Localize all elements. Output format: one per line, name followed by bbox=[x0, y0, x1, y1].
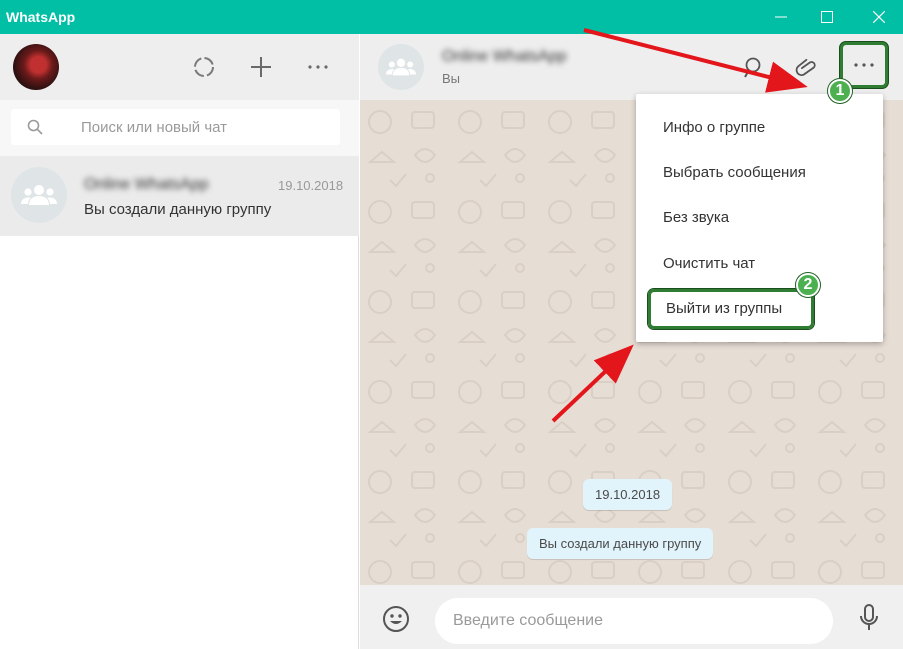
more-horizontal-icon bbox=[854, 63, 874, 67]
search-icon bbox=[744, 57, 761, 78]
menu-item-select-messages[interactable]: Выбрать сообщения bbox=[636, 153, 883, 193]
menu-item-mute[interactable]: Без звука bbox=[636, 198, 883, 238]
conversation-subtitle: Вы bbox=[442, 71, 461, 86]
chat-date: 19.10.2018 bbox=[278, 178, 344, 193]
search-box[interactable] bbox=[11, 109, 340, 145]
search-input[interactable] bbox=[81, 117, 331, 137]
profile-avatar[interactable] bbox=[13, 44, 59, 90]
status-button[interactable] bbox=[191, 54, 217, 80]
attach-button[interactable] bbox=[793, 54, 821, 82]
minimize-icon bbox=[775, 16, 787, 18]
sidebar-header bbox=[0, 34, 359, 100]
group-icon bbox=[21, 185, 57, 205]
maximize-icon bbox=[821, 11, 833, 23]
search-area bbox=[0, 100, 359, 156]
plus-icon bbox=[251, 57, 271, 77]
more-horizontal-icon bbox=[308, 65, 328, 69]
composer bbox=[360, 585, 903, 649]
sidebar-menu-button[interactable] bbox=[305, 54, 331, 80]
maximize-button[interactable] bbox=[804, 0, 850, 34]
step-badge-2: 2 bbox=[796, 273, 820, 297]
status-icon bbox=[194, 57, 214, 77]
new-chat-button[interactable] bbox=[248, 54, 274, 80]
app-title: WhatsApp bbox=[6, 9, 76, 25]
menu-item-clear-chat[interactable]: Очистить чат bbox=[636, 244, 883, 284]
sidebar: Online WhatsApp 19.10.2018 Вы создали да… bbox=[0, 34, 359, 649]
conversation-menu: Инфо о группе Выбрать сообщения Без звук… bbox=[636, 94, 883, 342]
conversation-avatar[interactable] bbox=[378, 44, 424, 90]
close-button[interactable] bbox=[856, 0, 902, 34]
system-message: Вы создали данную группу bbox=[527, 528, 714, 559]
step-badge-1: 1 bbox=[828, 79, 852, 103]
search-icon bbox=[27, 119, 43, 135]
conversation-title: Online WhatsApp bbox=[442, 48, 567, 65]
title-bar: WhatsApp bbox=[0, 0, 903, 34]
chat-list-item[interactable]: Online WhatsApp 19.10.2018 Вы создали да… bbox=[0, 156, 359, 236]
chat-last-message: Вы создали данную группу bbox=[84, 201, 272, 218]
minimize-button[interactable] bbox=[758, 0, 804, 34]
date-separator: 19.10.2018 bbox=[583, 479, 673, 510]
paperclip-icon bbox=[795, 58, 816, 76]
conversation-header: Online WhatsApp Вы bbox=[360, 34, 903, 100]
close-icon bbox=[873, 11, 885, 23]
menu-item-group-info[interactable]: Инфо о группе bbox=[636, 108, 883, 148]
chat-name: Online WhatsApp bbox=[84, 176, 209, 193]
search-messages-button[interactable] bbox=[740, 54, 768, 82]
microphone-icon[interactable] bbox=[858, 603, 880, 633]
menu-item-exit-group[interactable]: Выйти из группы bbox=[648, 289, 814, 329]
emoji-icon[interactable] bbox=[382, 605, 410, 633]
group-avatar bbox=[11, 167, 67, 223]
message-input[interactable] bbox=[435, 598, 833, 644]
group-icon bbox=[386, 58, 416, 76]
